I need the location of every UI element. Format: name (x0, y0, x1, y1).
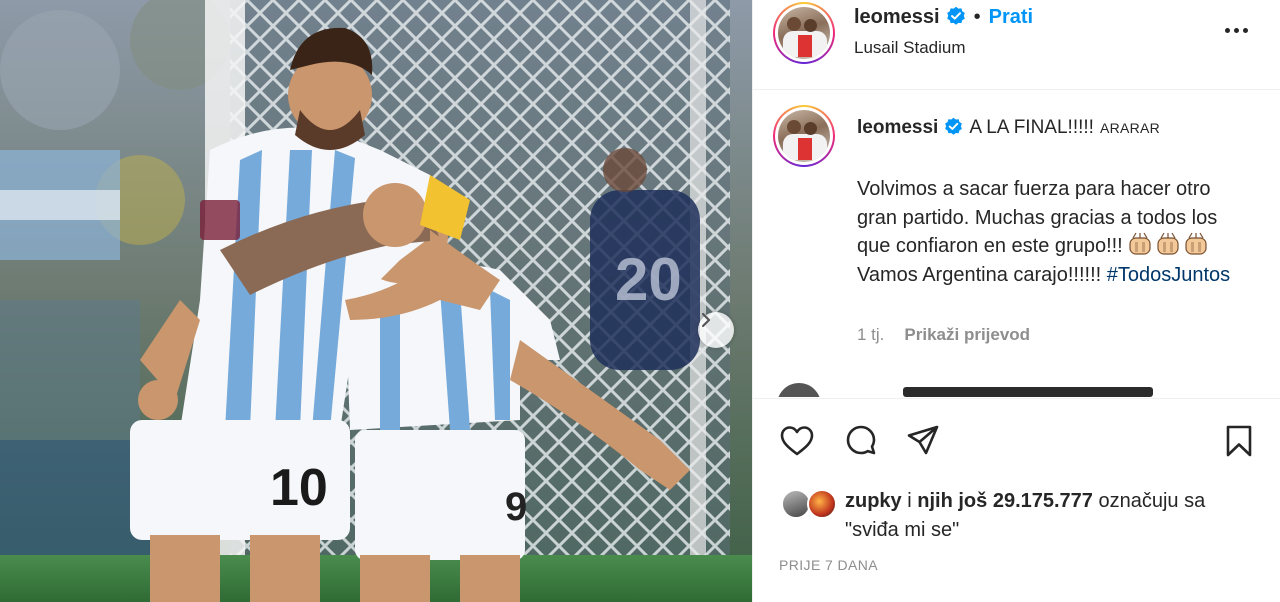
comment-icon (846, 425, 876, 455)
raising-hands-emoji-icon (1129, 232, 1151, 255)
likes-text: zupky i njih još 29.175.777 označuju sa … (845, 487, 1245, 544)
comment-avatar-peek[interactable] (777, 383, 821, 397)
post-photo: 20 9 10 (0, 0, 752, 602)
more-options-icon (1224, 27, 1230, 33)
chevron-right-icon (701, 312, 711, 328)
caption-author-avatar[interactable] (773, 105, 835, 167)
raising-hands-emoji-icon (1185, 232, 1207, 255)
raising-hands-emoji-icon (1157, 232, 1179, 255)
hashtag-link[interactable]: #TodosJuntos (1107, 264, 1230, 286)
comment-button[interactable] (843, 423, 879, 459)
author-avatar[interactable] (773, 2, 835, 64)
post-actions: zupky i njih još 29.175.777 označuju sa … (753, 398, 1280, 602)
first-liker-username[interactable]: zupky (845, 490, 902, 512)
caption-body: Volvimos a sacar fuerza para hacer otro … (857, 175, 1237, 289)
likes-connector: i (907, 490, 912, 512)
post-location[interactable]: Lusail Stadium (854, 38, 966, 58)
share-button[interactable] (905, 423, 941, 459)
svg-text:20: 20 (615, 246, 682, 313)
instagram-post-modal: 20 9 10 leomessi • Prati Lusail Stadium … (0, 0, 1280, 602)
caption-username[interactable]: leomessi (857, 117, 938, 138)
svg-text:10: 10 (270, 459, 328, 517)
share-icon (907, 425, 939, 455)
save-button[interactable] (1221, 423, 1257, 459)
next-media-button[interactable] (698, 312, 734, 348)
verified-badge-icon (945, 117, 963, 135)
caption-tag: ARARAR (1099, 120, 1161, 136)
heart-icon (780, 426, 814, 456)
caption-age[interactable]: 1 tj. (857, 325, 884, 344)
header-title-row: leomessi • Prati (854, 6, 1033, 29)
like-button[interactable] (779, 423, 815, 459)
liker-avatars[interactable] (781, 489, 841, 521)
verified-badge-icon (946, 6, 965, 25)
separator-dot: • (973, 6, 981, 28)
comments-section[interactable]: leomessi A LA FINAL!!!!! ARARAR Volvimos … (753, 91, 1280, 397)
likes-count[interactable]: njih još 29.175.777 (917, 490, 1093, 512)
caption-text-end: Vamos Argentina carajo!!!!!! (857, 263, 1102, 286)
more-options-button[interactable] (1218, 18, 1254, 42)
caption-header: leomessi A LA FINAL!!!!! ARARAR (857, 117, 1160, 139)
see-translation-button[interactable]: Prikaži prijevod (904, 325, 1030, 344)
avatar (778, 110, 830, 162)
bookmark-icon (1226, 425, 1252, 457)
post-timestamp[interactable]: PRIJE 7 DANA (779, 557, 878, 573)
comment-text-peek (903, 387, 1153, 397)
avatar (778, 7, 830, 59)
caption-meta: 1 tj. Prikaži prijevod (857, 325, 1030, 345)
author-username[interactable]: leomessi (854, 6, 940, 28)
post-media[interactable]: 20 9 10 (0, 0, 752, 602)
caption-first-line: A LA FINAL!!!!! (969, 117, 1094, 138)
svg-text:9: 9 (505, 485, 527, 529)
avatar (807, 489, 837, 519)
follow-button[interactable]: Prati (989, 6, 1033, 28)
